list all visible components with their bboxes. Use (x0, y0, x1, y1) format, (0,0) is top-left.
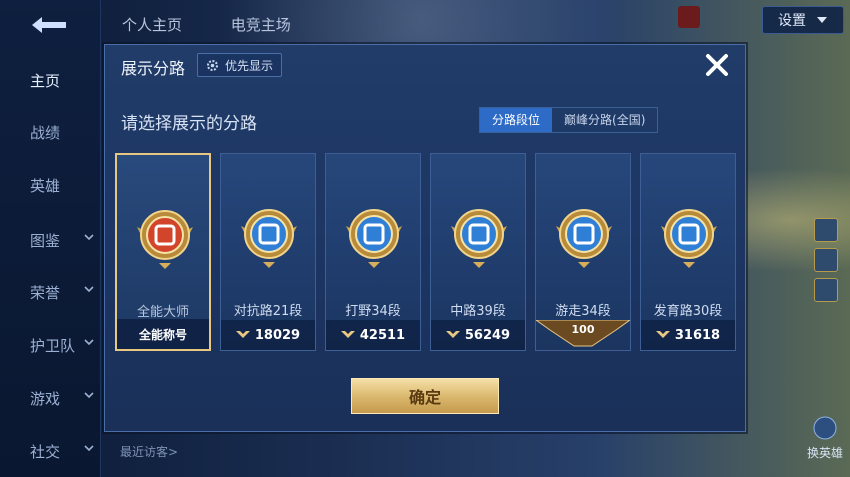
sidebar-item-label: 主页 (30, 71, 61, 90)
settings-button[interactable]: 设置 (762, 6, 844, 34)
sidebar: 主页战绩英雄图鉴荣誉护卫队游戏社交 (0, 0, 101, 477)
back-arrow-icon[interactable] (26, 14, 72, 36)
sidebar-item-label: 战绩 (30, 123, 61, 142)
lane-card-footer: 31618 (641, 320, 735, 350)
chevron-down-icon (817, 17, 827, 23)
all-round-emblem-icon (137, 210, 193, 269)
score-chevron-icon (235, 331, 250, 338)
lane-card-name: 发育路30段 (653, 304, 723, 319)
sidebar-item[interactable]: 英雄 (0, 165, 100, 205)
lane-card[interactable]: 对抗路21段 18029 (220, 153, 316, 351)
toggle-peak-lane[interactable]: 巅峰分路(全国) (552, 108, 657, 132)
jungle-emblem-icon (346, 209, 402, 268)
chevron-down-icon (84, 445, 94, 452)
sidebar-item-label: 游戏 (30, 389, 61, 408)
lane-card-score: 56249 (464, 327, 511, 343)
sidebar-item-label: 护卫队 (30, 336, 76, 355)
mid-lane-emblem-icon (451, 209, 507, 268)
side-shortcuts (814, 218, 838, 308)
toggle-lane-rank[interactable]: 分路段位 (480, 108, 553, 132)
lane-display-dialog: 展示分路 优先显示 请选择展示的分路 分路段位 巅峰分路(全国) 全能大师全能称… (104, 44, 746, 432)
lane-card-footer: 全能称号 (117, 319, 209, 349)
confirm-button[interactable]: 确定 (351, 378, 499, 414)
shortcut-icon[interactable] (814, 278, 838, 302)
lane-card-name: 打野34段 (345, 304, 401, 319)
shortcut-icon[interactable] (814, 218, 838, 242)
lane-source-toggle: 分路段位 巅峰分路(全国) (479, 107, 659, 133)
lane-card-name: 全能大师 (136, 305, 189, 320)
lane-card-title: 全能称号 (138, 327, 187, 342)
lane-card-score: 42511 (359, 327, 406, 343)
sidebar-item[interactable]: 社交 (0, 431, 100, 471)
recent-visitors-link[interactable]: 最近访客> (120, 443, 178, 460)
lane-card-name: 中路39段 (450, 304, 506, 319)
close-icon[interactable] (703, 51, 731, 79)
sidebar-item[interactable]: 主页 (0, 60, 100, 100)
score-chevron-icon (445, 331, 460, 338)
sidebar-item-label: 社交 (30, 442, 61, 461)
score-chevron-icon (655, 331, 670, 338)
lane-card[interactable]: 中路39段 56249 (430, 153, 526, 351)
shortcut-icon[interactable] (814, 248, 838, 272)
sidebar-item-label: 荣誉 (30, 283, 61, 302)
sidebar-item[interactable]: 游戏 (0, 378, 100, 418)
lane-card-footer: 18029 (221, 320, 315, 350)
lane-select-prompt: 请选择展示的分路 (121, 114, 257, 134)
switch-hero-label: 换英雄 (806, 446, 843, 460)
chevron-down-icon (84, 234, 94, 241)
chevron-down-icon (84, 286, 94, 293)
sidebar-item-label: 图鉴 (30, 231, 61, 250)
priority-display-button[interactable]: 优先显示 (197, 53, 283, 77)
lane-card-footer: 100 (536, 320, 630, 350)
lane-card-footer: 42511 (326, 320, 420, 350)
switch-hero-button[interactable]: 换英雄 (806, 415, 844, 460)
sidebar-item[interactable]: 护卫队 (0, 325, 100, 365)
sidebar-item[interactable]: 战绩 (0, 112, 100, 152)
lane-card[interactable]: 发育路30段 31618 (640, 153, 736, 351)
sidebar-item-label: 英雄 (30, 176, 61, 195)
lane-card-score: 18029 (254, 327, 301, 343)
hero-icon (813, 416, 837, 440)
lane-card-badge-value: 100 (571, 322, 595, 336)
roam-emblem-icon (556, 209, 612, 268)
chevron-down-icon (84, 392, 94, 399)
tab-esports-home[interactable]: 电竞主场 (231, 14, 291, 35)
lane-card[interactable]: 打野34段 42511 (325, 153, 421, 351)
tab-personal-home[interactable]: 个人主页 (122, 14, 182, 35)
lane-card-footer: 56249 (431, 320, 525, 350)
lane-card-name: 游走34段 (555, 304, 611, 319)
priority-display-label: 优先显示 (225, 58, 274, 73)
settings-label: 设置 (778, 13, 806, 29)
vip-icon (678, 6, 700, 28)
gear-icon (207, 59, 218, 71)
lane-card-score: 31618 (674, 327, 721, 343)
clash-lane-emblem-icon (241, 209, 297, 268)
sidebar-item[interactable]: 图鉴 (0, 220, 100, 260)
chevron-down-icon (84, 339, 94, 346)
dialog-title: 展示分路 (121, 59, 186, 78)
lane-card[interactable]: 游走34段 100 (535, 153, 631, 351)
lane-card[interactable]: 全能大师 全能称号 (115, 153, 211, 351)
farm-lane-emblem-icon (661, 209, 717, 268)
score-chevron-icon (340, 331, 355, 338)
lane-card-name: 对抗路21段 (233, 304, 303, 319)
header-tabs: 个人主页 电竞主场 (122, 14, 335, 35)
sidebar-item[interactable]: 荣誉 (0, 272, 100, 312)
